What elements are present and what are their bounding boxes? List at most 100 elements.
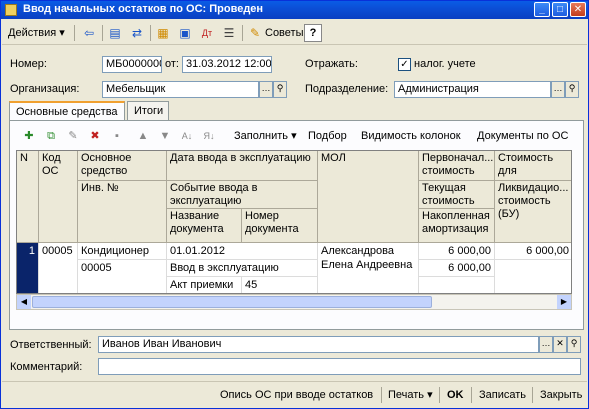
number-field[interactable]: МБ0000000 (102, 56, 162, 73)
cell-code[interactable]: 00005 (39, 243, 78, 293)
report-icon[interactable]: ☰ (220, 24, 238, 42)
cell-asset[interactable]: Кондиционер (78, 243, 167, 260)
save-button[interactable]: Записать (479, 387, 526, 403)
sort-descending-icon[interactable]: Я↓ (201, 128, 217, 144)
bottom-bar: Опись ОС при вводе остатков Печать ▾ OK … (2, 381, 587, 407)
document-window: Ввод начальных остатков по ОС: Проведен … (0, 0, 589, 409)
column-header-initial-cost[interactable]: Первоначал... стоимость (419, 151, 495, 181)
move-up-icon[interactable]: ▲ (135, 128, 151, 144)
column-header-cost-for[interactable]: Стоимость для (495, 151, 571, 181)
bottom-separator (532, 387, 533, 403)
column-header-current-cost[interactable]: Текущая стоимость (419, 181, 495, 209)
add-row-icon[interactable]: ✚ (21, 128, 37, 144)
column-header-accumulated-amortization[interactable]: Накопленная амортизация (419, 209, 495, 243)
end-edit-icon[interactable]: ▪ (109, 128, 125, 144)
column-header-doc-name[interactable]: Название документа (167, 209, 242, 243)
comment-label: Комментарий: (10, 361, 83, 373)
inventory-list-button[interactable]: Опись ОС при вводе остатков (220, 387, 373, 403)
organization-select-button[interactable]: … (259, 81, 273, 98)
scroll-left-icon[interactable]: ◀ (17, 295, 31, 309)
department-open-icon[interactable]: ⚲ (565, 81, 579, 98)
asset-documents-button[interactable]: Документы по ОС (477, 126, 568, 146)
delete-row-icon[interactable]: ✖ (87, 128, 103, 144)
print-menu[interactable]: Печать ▾ (388, 387, 433, 403)
comment-field[interactable] (98, 358, 581, 375)
document-icon (5, 4, 17, 16)
maximize-button[interactable]: □ (552, 2, 568, 17)
tips-icon[interactable]: ✎ (246, 24, 264, 42)
tips-button[interactable]: Советы (265, 24, 303, 42)
toolbar-separator (150, 25, 151, 41)
organization-field[interactable]: Мебельщик (102, 81, 259, 98)
tab-totals[interactable]: Итоги (127, 101, 169, 121)
fixed-assets-table[interactable]: N Код ОС Основное средство Дата ввода в … (16, 150, 572, 294)
post-document-icon[interactable]: ⇄ (128, 24, 146, 42)
responsible-open-icon[interactable]: ⚲ (567, 336, 581, 353)
column-header-n[interactable]: N (17, 151, 39, 243)
organization-label: Организация: (10, 83, 80, 95)
columns-visibility-button[interactable]: Видимость колонок (361, 126, 461, 146)
responsible-label: Ответственный: (10, 339, 92, 351)
column-header-asset[interactable]: Основное средство (78, 151, 167, 181)
close-button[interactable]: Закрыть (540, 387, 582, 403)
reflect-label: Отражать: (305, 58, 358, 70)
scroll-right-icon[interactable]: ▶ (557, 295, 571, 309)
cell-liquidation-cost[interactable] (495, 260, 571, 293)
close-window-button[interactable]: ✕ (570, 2, 586, 17)
horizontal-scrollbar[interactable]: ◀ ▶ (16, 294, 572, 310)
column-header-code[interactable]: Код ОС (39, 151, 78, 243)
column-header-liquidation-cost[interactable]: Ликвидацио... стоимость (БУ) (495, 181, 571, 243)
responsible-field[interactable]: Иванов Иван Иванович (98, 336, 539, 353)
column-header-event[interactable]: Событие ввода в эксплуатацию (167, 181, 318, 209)
actions-menu-label: Действия (8, 27, 57, 39)
fill-menu-label: Заполнить (234, 130, 289, 142)
print-menu-label: Печать (388, 389, 425, 401)
document-journal-icon[interactable]: ▤ (106, 24, 124, 42)
organization-open-icon[interactable]: ⚲ (273, 81, 287, 98)
help-button[interactable]: ? (304, 24, 322, 42)
structure-icon[interactable]: ▦ (154, 24, 172, 42)
cell-mol[interactable]: Александрова Елена Андреевна (318, 243, 419, 293)
minimize-button[interactable]: _ (534, 2, 550, 17)
tab-fixed-assets[interactable]: Основные средства (9, 101, 125, 122)
toolbar-separator (74, 25, 75, 41)
date-field[interactable]: 31.03.2012 12:00:00 (182, 56, 272, 73)
toolbar-separator (102, 25, 103, 41)
cell-inv[interactable]: 00005 (78, 260, 167, 293)
responsible-select-button[interactable]: … (539, 336, 553, 353)
cell-doc-num[interactable]: 45 (242, 277, 318, 293)
cell-date[interactable]: 01.01.2012 (167, 243, 318, 260)
cell-n[interactable]: 1 (17, 243, 39, 293)
department-label: Подразделение: (305, 83, 389, 95)
cell-cost-for[interactable]: 6 000,00 (495, 243, 571, 260)
scroll-thumb[interactable] (32, 296, 432, 308)
column-header-doc-num[interactable]: Номер документа (242, 209, 318, 243)
cell-event[interactable]: Ввод в эксплуатацию (167, 260, 318, 277)
bottom-separator (471, 387, 472, 403)
fill-menu[interactable]: Заполнить ▾ (234, 126, 297, 146)
arrow-left-icon[interactable]: ⇦ (80, 24, 98, 42)
pick-button[interactable]: Подбор (308, 126, 347, 146)
sort-ascending-icon[interactable]: A↓ (179, 128, 195, 144)
actions-menu[interactable]: Действия ▾ (8, 24, 65, 42)
column-header-date[interactable]: Дата ввода в эксплуатацию (167, 151, 318, 181)
move-down-icon[interactable]: ▼ (157, 128, 173, 144)
copy-row-icon[interactable]: ⧉ (43, 128, 59, 144)
cell-accumulated-amortization[interactable] (419, 277, 495, 293)
cell-doc-name[interactable]: Акт приемки (167, 277, 242, 293)
number-label: Номер: (10, 58, 47, 70)
edit-row-icon[interactable]: ✎ (65, 128, 81, 144)
cell-current-cost[interactable]: 6 000,00 (419, 260, 495, 277)
bottom-separator (381, 387, 382, 403)
responsible-clear-icon[interactable]: ✕ (553, 336, 567, 353)
department-field[interactable]: Администрация (394, 81, 551, 98)
department-select-button[interactable]: … (551, 81, 565, 98)
tax-accounting-checkbox[interactable]: ✓ (398, 58, 411, 71)
tax-accounting-label: налог. учете (414, 58, 476, 70)
debit-credit-icon[interactable]: Дт (198, 24, 216, 42)
column-header-mol[interactable]: МОЛ (318, 151, 419, 243)
print-form-icon[interactable]: ▣ (176, 24, 194, 42)
column-header-inv[interactable]: Инв. № (78, 181, 167, 243)
cell-initial-cost[interactable]: 6 000,00 (419, 243, 495, 260)
ok-button[interactable]: OK (447, 387, 464, 403)
